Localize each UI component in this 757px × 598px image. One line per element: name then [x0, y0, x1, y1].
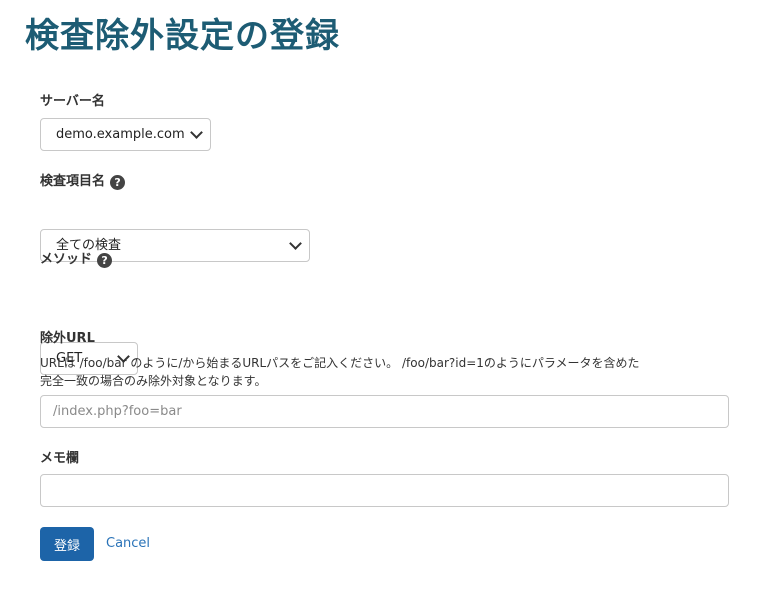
exclude-url-help-line2: 完全一致の場合のみ除外対象となります。: [40, 374, 267, 388]
server-field: サーバー名: [40, 93, 105, 111]
check-item-label: 検査項目名: [40, 174, 106, 189]
server-select-value: demo.example.com: [56, 127, 185, 142]
memo-input[interactable]: [40, 474, 729, 507]
question-circle-icon[interactable]: ?: [110, 174, 126, 190]
register-button[interactable]: 登録: [40, 527, 94, 561]
server-select[interactable]: demo.example.com: [40, 118, 211, 151]
cancel-link[interactable]: Cancel: [106, 535, 150, 553]
exclude-url-help: URLは /foo/bar のように/から始まるURLパスをご記入ください。 /…: [40, 354, 740, 390]
memo-field: メモ欄: [40, 450, 79, 468]
method-field: メソッド ?: [40, 251, 113, 269]
exclude-url-label: 除外URL: [40, 331, 95, 346]
method-label: メソッド: [40, 252, 93, 267]
check-item-field: 検査項目名 ?: [40, 173, 126, 191]
page-title: 検査除外設定の登録: [25, 16, 340, 56]
exclude-url-help-line1: URLは /foo/bar のように/から始まるURLパスをご記入ください。 /…: [40, 356, 640, 370]
question-circle-icon[interactable]: ?: [97, 252, 113, 268]
memo-label: メモ欄: [40, 451, 80, 466]
chevron-down-icon: [190, 126, 203, 139]
exclude-url-input[interactable]: [40, 395, 729, 428]
exclude-url-field: 除外URL URLは /foo/bar のように/から始まるURLパスをご記入く…: [40, 330, 740, 390]
chevron-down-icon: [289, 237, 302, 250]
server-label: サーバー名: [40, 94, 105, 109]
